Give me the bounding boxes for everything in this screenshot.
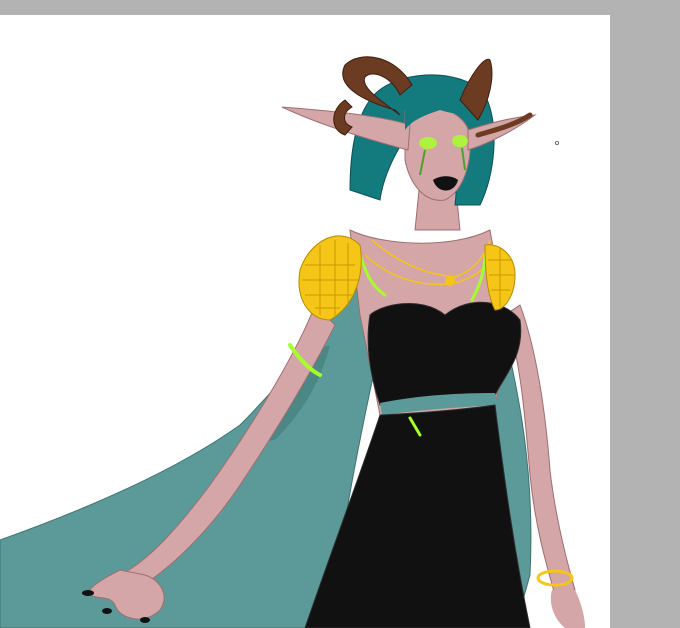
character-artwork xyxy=(0,56,585,628)
right-hand xyxy=(550,590,585,628)
document-canvas[interactable] xyxy=(0,15,610,628)
gold-pendant xyxy=(445,276,455,286)
brush-cursor xyxy=(555,141,560,146)
right-eye-glow xyxy=(452,135,468,147)
fingernail xyxy=(140,617,150,623)
left-eye-glow xyxy=(419,137,437,149)
canvas-workspace[interactable] xyxy=(0,0,680,628)
bodice xyxy=(367,301,522,406)
fingernail xyxy=(102,608,112,614)
fingernail xyxy=(82,590,94,596)
